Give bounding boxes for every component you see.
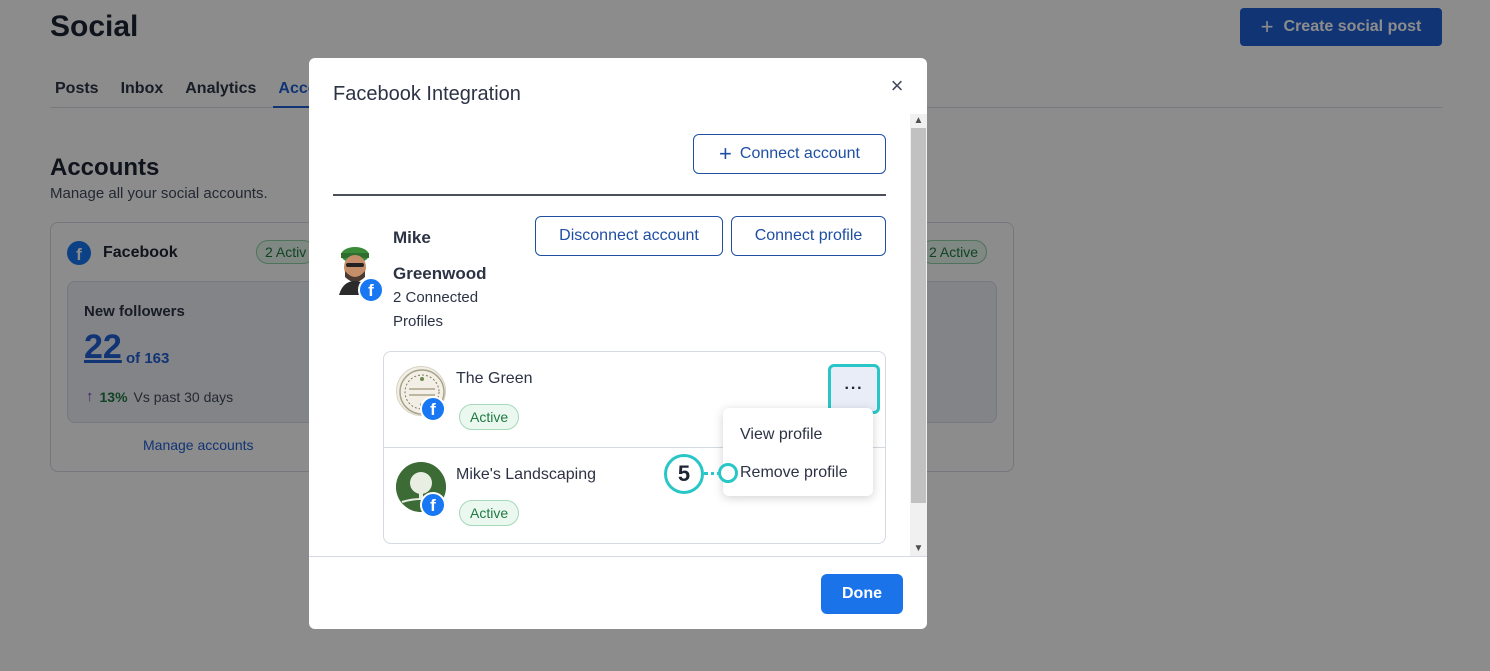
scrollbar[interactable]: ▲ ▼: [910, 114, 927, 556]
scroll-up-icon[interactable]: ▲: [910, 114, 927, 128]
profile-name: Mike's Landscaping: [456, 466, 597, 483]
dialog-title: Facebook Integration: [333, 83, 521, 105]
connect-account-label: Connect account: [739, 145, 860, 162]
status-badge: Active: [459, 404, 520, 430]
connect-profile-button[interactable]: Connect profile: [731, 216, 886, 256]
profile-name: The Green: [456, 370, 533, 387]
facebook-icon: f: [420, 492, 446, 518]
disconnect-account-button[interactable]: Disconnect account: [535, 216, 723, 256]
menu-item-remove-profile[interactable]: Remove profile: [740, 464, 848, 482]
done-button[interactable]: Done: [821, 574, 903, 614]
plus-icon: +: [719, 141, 732, 166]
menu-item-view-profile[interactable]: View profile: [740, 426, 822, 444]
scrollbar-thumb[interactable]: [911, 128, 926, 503]
facebook-icon: f: [358, 277, 384, 303]
connected-profiles-count: 2 Connected Profiles: [393, 289, 479, 330]
scroll-down-icon[interactable]: ▼: [910, 542, 927, 556]
connect-account-button[interactable]: + Connect account: [693, 134, 886, 174]
status-badge: Active: [459, 500, 520, 526]
facebook-icon: f: [420, 396, 446, 422]
close-icon[interactable]: ×: [887, 75, 907, 97]
account-name: Mike Greenwood: [393, 228, 487, 283]
divider: [333, 194, 886, 196]
more-options-button[interactable]: ···: [828, 364, 880, 414]
profile-options-menu: View profile Remove profile: [723, 408, 873, 496]
callout-dot: [718, 463, 738, 483]
step-callout: 5: [664, 454, 704, 494]
dialog-footer: Done: [309, 556, 927, 629]
facebook-integration-dialog: Facebook Integration × + Connect account…: [309, 58, 927, 629]
